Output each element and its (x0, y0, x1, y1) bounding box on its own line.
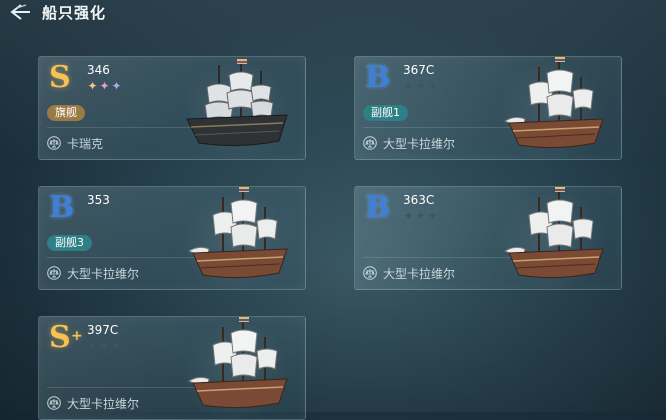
star-icon: ✦ (87, 79, 99, 93)
ship-card[interactable]: B 367C ✦✦✦ 副舰1 大型卡拉维尔 (354, 56, 622, 160)
ship-type: 大型卡拉维尔 (67, 267, 140, 281)
ship-type: 大型卡拉维尔 (383, 267, 456, 281)
star-icon: ✦ (415, 209, 427, 223)
star-icon: ✦ (111, 79, 123, 93)
divider (363, 127, 513, 128)
star-icon: ✦ (99, 339, 111, 353)
star-rating: ✦✦✦ (87, 209, 123, 223)
page-title: 船只强化 (42, 4, 107, 22)
divider (363, 257, 513, 258)
grade-label: B (365, 190, 391, 225)
back-arrow-icon[interactable] (8, 2, 32, 22)
ship-image (503, 187, 604, 279)
divider (47, 257, 197, 258)
star-icon: ✦ (87, 339, 99, 353)
divider (47, 127, 197, 128)
ship-id: 397C (87, 323, 119, 337)
divider (47, 387, 197, 388)
ship-type: 卡瑞克 (67, 137, 104, 151)
ship-image (187, 317, 288, 409)
balance-scale-icon (47, 266, 61, 280)
star-icon: ✦ (111, 339, 123, 353)
star-icon: ✦ (99, 209, 111, 223)
ship-id: 346 (87, 63, 110, 77)
role-badge: 副舰1 (363, 105, 408, 121)
balance-scale-icon (363, 266, 377, 280)
role-badge: 副舰3 (47, 235, 92, 251)
header: 船只强化 (0, 0, 666, 26)
grade-label: S + (49, 320, 83, 355)
ship-type: 大型卡拉维尔 (383, 137, 456, 151)
star-rating: ✦✦✦ (87, 339, 123, 353)
balance-scale-icon (47, 396, 61, 410)
grade-plus: + (71, 328, 83, 344)
role-badge: 旗舰 (47, 105, 85, 121)
ship-card[interactable]: S 346 ✦✦✦ 旗舰 卡瑞克 (38, 56, 306, 160)
grade-label: S (49, 60, 71, 95)
star-rating: ✦✦✦ (403, 79, 439, 93)
ship-image (503, 57, 604, 149)
ship-image (187, 187, 288, 279)
star-icon: ✦ (87, 209, 99, 223)
star-icon: ✦ (427, 79, 439, 93)
star-icon: ✦ (111, 209, 123, 223)
star-icon: ✦ (427, 209, 439, 223)
ship-id: 363C (403, 193, 435, 207)
star-rating: ✦✦✦ (87, 79, 123, 93)
ship-card[interactable]: S + 397C ✦✦✦ 大型卡拉维尔 (38, 316, 306, 420)
ship-id: 353 (87, 193, 110, 207)
balance-scale-icon (47, 136, 61, 150)
star-icon: ✦ (403, 209, 415, 223)
grade-label: B (365, 60, 391, 95)
ship-image (186, 59, 288, 147)
balance-scale-icon (363, 136, 377, 150)
ship-card[interactable]: B 363C ✦✦✦ 大型卡拉维尔 (354, 186, 622, 290)
star-icon: ✦ (99, 79, 111, 93)
ship-id: 367C (403, 63, 435, 77)
grade-label: B (49, 190, 75, 225)
ship-card[interactable]: B 353 ✦✦✦ 副舰3 大型卡拉维尔 (38, 186, 306, 290)
star-rating: ✦✦✦ (403, 209, 439, 223)
star-icon: ✦ (415, 79, 427, 93)
star-icon: ✦ (403, 79, 415, 93)
ship-type: 大型卡拉维尔 (67, 397, 140, 411)
